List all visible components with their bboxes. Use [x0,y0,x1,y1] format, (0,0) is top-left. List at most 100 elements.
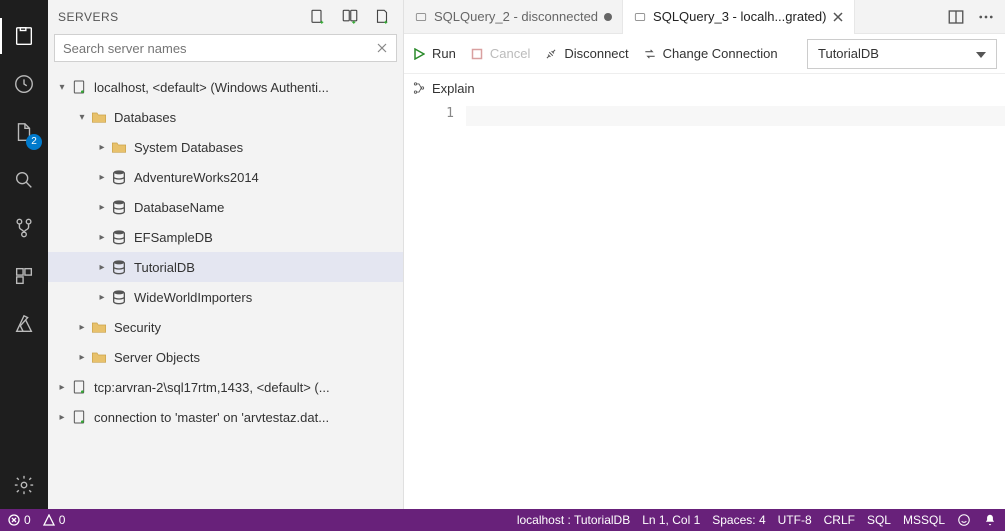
activity-settings[interactable] [0,461,48,509]
clear-search-icon[interactable] [376,42,388,54]
change-connection-label: Change Connection [663,46,778,61]
error-icon [8,514,20,526]
sql-file-icon [414,10,428,24]
chevron-right-icon[interactable]: ▸ [94,232,110,243]
activity-search[interactable] [0,156,48,204]
split-editor-icon[interactable] [945,6,967,28]
disconnect-button[interactable]: Disconnect [544,46,628,61]
database-icon [110,168,128,186]
tree-label: AdventureWorks2014 [134,170,259,185]
explain-icon [412,81,426,95]
database-node[interactable]: ▸ EFSampleDB [48,222,403,252]
editor-area: SQLQuery_2 - disconnected SQLQuery_3 - l… [404,0,1005,509]
server-tree: ▾ localhost, <default> (Windows Authenti… [48,66,403,509]
search-box[interactable] [54,34,397,62]
search-input[interactable] [63,41,376,56]
close-icon[interactable] [832,11,844,23]
tree-label: WideWorldImporters [134,290,252,305]
cancel-icon [470,47,484,61]
chevron-right-icon[interactable]: ▸ [54,412,70,423]
status-errors[interactable]: 0 [8,513,31,527]
server-node[interactable]: ▾ localhost, <default> (Windows Authenti… [48,72,403,102]
activity-history[interactable] [0,60,48,108]
tab-label: SQLQuery_3 - localh...grated) [653,9,826,24]
activity-explorer[interactable]: 2 [0,108,48,156]
database-icon [110,288,128,306]
tabs-row: SQLQuery_2 - disconnected SQLQuery_3 - l… [404,0,1005,34]
explorer-badge: 2 [26,134,42,150]
disconnect-icon [544,47,558,61]
database-node[interactable]: ▸ DatabaseName [48,192,403,222]
new-query-icon[interactable] [371,6,393,28]
run-label: Run [432,46,456,61]
tab-sqlquery3[interactable]: SQLQuery_3 - localh...grated) [623,0,855,34]
activity-source-control[interactable] [0,204,48,252]
chevron-down-icon[interactable]: ▾ [54,82,70,93]
chevron-right-icon[interactable]: ▸ [54,382,70,393]
tree-label: connection to 'master' on 'arvtestaz.dat… [94,410,329,425]
new-connection-icon[interactable] [307,6,329,28]
query-toolbar: Run Cancel Disconnect Change Connection … [404,34,1005,74]
line-gutter: 1 [404,102,466,509]
status-encoding[interactable]: UTF-8 [778,513,812,527]
new-group-icon[interactable] [339,6,361,28]
run-icon [412,47,426,61]
status-eol[interactable]: CRLF [824,513,855,527]
server-icon [70,78,88,96]
server-objects-folder[interactable]: ▸ Server Objects [48,342,403,372]
folder-icon [90,318,108,336]
run-button[interactable]: Run [412,46,456,61]
code-editor[interactable]: 1 [404,102,1005,509]
status-errors-count: 0 [24,513,31,527]
more-actions-icon[interactable] [975,6,997,28]
folder-icon [90,348,108,366]
feedback-icon[interactable] [957,513,971,527]
tree-label: System Databases [134,140,243,155]
tree-label: tcp:arvran-2\sql17rtm,1433, <default> (.… [94,380,330,395]
databases-folder[interactable]: ▾ Databases [48,102,403,132]
folder-icon [110,138,128,156]
chevron-right-icon[interactable]: ▸ [94,262,110,273]
tree-label: Databases [114,110,176,125]
explain-button[interactable]: Explain [432,81,475,96]
tree-label: Server Objects [114,350,200,365]
database-icon [110,198,128,216]
chevron-right-icon[interactable]: ▸ [94,202,110,213]
notifications-icon[interactable] [983,513,997,527]
explain-label: Explain [432,81,475,96]
cancel-label: Cancel [490,46,530,61]
status-spaces[interactable]: Spaces: 4 [712,513,765,527]
change-connection-button[interactable]: Change Connection [643,46,778,61]
tab-sqlquery2[interactable]: SQLQuery_2 - disconnected [404,0,623,34]
chevron-down-icon[interactable]: ▾ [74,112,90,123]
status-warnings[interactable]: 0 [43,513,66,527]
security-folder[interactable]: ▸ Security [48,312,403,342]
database-node-selected[interactable]: ▸ TutorialDB [48,252,403,282]
chevron-right-icon[interactable]: ▸ [74,322,90,333]
status-cursor[interactable]: Ln 1, Col 1 [642,513,700,527]
server-icon [70,378,88,396]
tree-label: Security [114,320,161,335]
activity-azure[interactable] [0,300,48,348]
chevron-right-icon[interactable]: ▸ [94,172,110,183]
server-node[interactable]: ▸ tcp:arvran-2\sql17rtm,1433, <default> … [48,372,403,402]
sidebar-title: SERVERS [58,10,307,24]
database-node[interactable]: ▸ AdventureWorks2014 [48,162,403,192]
database-icon [110,228,128,246]
server-node[interactable]: ▸ connection to 'master' on 'arvtestaz.d… [48,402,403,432]
activity-bar: 2 [0,0,48,509]
line-number: 1 [404,106,454,121]
status-provider[interactable]: MSSQL [903,513,945,527]
database-node[interactable]: ▸ WideWorldImporters [48,282,403,312]
chevron-right-icon[interactable]: ▸ [94,142,110,153]
current-line-highlight [466,106,1005,126]
system-databases-folder[interactable]: ▸ System Databases [48,132,403,162]
chevron-right-icon[interactable]: ▸ [74,352,90,363]
change-connection-icon [643,47,657,61]
activity-extensions[interactable] [0,252,48,300]
status-lang[interactable]: SQL [867,513,891,527]
chevron-right-icon[interactable]: ▸ [94,292,110,303]
database-select[interactable]: TutorialDB [807,39,997,69]
activity-servers[interactable] [0,12,48,60]
status-connection[interactable]: localhost : TutorialDB [517,513,630,527]
